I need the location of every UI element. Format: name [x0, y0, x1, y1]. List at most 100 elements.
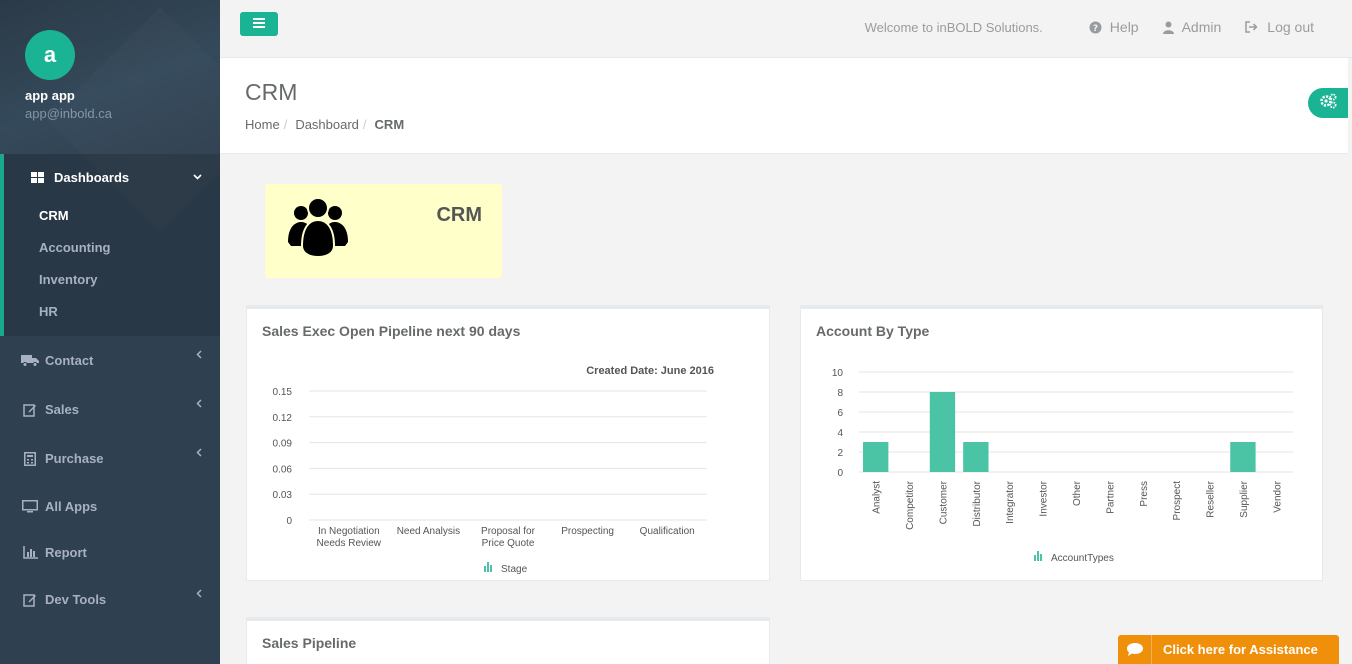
legend-label: AccountTypes [1051, 553, 1114, 564]
admin-link[interactable]: Admin [1162, 19, 1222, 35]
grid-icon [28, 171, 46, 183]
edit-icon [21, 403, 39, 417]
sidebar-item-purchase[interactable]: Purchase [0, 434, 220, 483]
x-tick-label: In Negotiation [318, 526, 380, 537]
chevron-left-icon [196, 587, 202, 601]
account-type-chart: 0 2 4 6 8 10 Analyst Competitor Customer Distribu… [832, 368, 1293, 564]
x-tick-label: Need Analysis [397, 526, 460, 537]
users-icon [287, 196, 349, 263]
bar-chart-icon [1034, 551, 1042, 561]
x-tick-label: Competitor [905, 480, 916, 530]
sidebar-subitem-inventory[interactable]: Inventory [4, 264, 220, 296]
panel-sales-pipeline: Sales Pipeline [246, 617, 770, 664]
scrollbar[interactable] [1348, 58, 1352, 664]
y-tick-label: 8 [837, 388, 843, 399]
chevron-down-icon [193, 171, 202, 183]
y-tick-label: 0.03 [273, 490, 293, 501]
welcome-message: Welcome to inBOLD Solutions. [864, 19, 1043, 35]
desktop-icon [21, 499, 39, 513]
breadcrumb-dashboard[interactable]: Dashboard [295, 117, 359, 132]
y-tick-label: 0.12 [273, 413, 293, 424]
chart-subtitle: Created Date: June 2016 [586, 365, 714, 377]
avatar[interactable]: a [25, 30, 75, 80]
logout-label: Log out [1267, 19, 1314, 35]
help-link[interactable]: ? Help [1089, 19, 1139, 35]
chevron-left-icon [196, 348, 202, 362]
breadcrumb-current: CRM [374, 117, 405, 132]
gears-icon [1319, 93, 1337, 114]
chevron-left-icon [196, 446, 202, 460]
x-tick-label: Customer [938, 480, 949, 524]
bar-chart-icon [21, 545, 39, 559]
y-tick-label: 0.15 [273, 387, 293, 398]
profile-email: app@inbold.ca [25, 106, 112, 121]
panel-sales-exec-pipeline: Sales Exec Open Pipeline next 90 days Cr… [246, 305, 770, 581]
y-tick-label: 0.09 [273, 439, 293, 450]
calculator-icon [21, 451, 39, 466]
x-tick-label: Reseller [1206, 480, 1217, 517]
panel-title: Sales Exec Open Pipeline next 90 days [262, 323, 521, 339]
sidebar-subitem-accounting[interactable]: Accounting [4, 232, 220, 264]
sidebar-item-contact[interactable]: Contact [0, 336, 220, 385]
y-tick-label: 6 [837, 408, 843, 419]
assistance-button[interactable]: Click here for Assistance [1118, 635, 1339, 664]
profile-name[interactable]: app app [25, 88, 195, 103]
x-tick-label: Investor [1039, 480, 1050, 516]
sidebar-item-label: Dashboards [54, 169, 130, 185]
sidebar-subitem-hr[interactable]: HR [4, 296, 220, 328]
sidebar-section-dashboards: Dashboards CRM Accounting Inventory HR [0, 154, 220, 336]
assistance-label: Click here for Assistance [1163, 642, 1318, 657]
bar [1230, 442, 1256, 472]
sidebar-item-report[interactable]: Report [0, 529, 220, 575]
bar [963, 442, 989, 472]
x-tick-label: Other [1072, 480, 1083, 506]
menu-toggle-button[interactable] [240, 12, 278, 36]
x-tick-label: Distributor [972, 480, 983, 526]
top-navbar: Welcome to inBOLD Solutions. ? Help Admi… [220, 0, 1352, 58]
x-tick-label: Analyst [872, 481, 883, 514]
x-tick-label: Supplier [1239, 480, 1250, 517]
sidebar-item-dashboards[interactable]: Dashboards [4, 154, 220, 200]
chat-bubble-icon [1118, 635, 1152, 664]
user-icon [1162, 21, 1174, 34]
bar-chart-icon [484, 562, 492, 572]
bar [929, 392, 956, 472]
x-tick-label: Vendor [1272, 480, 1283, 512]
admin-label: Admin [1181, 19, 1222, 35]
x-tick-label: Price Quote [482, 538, 535, 549]
sidebar-item-all-apps[interactable]: All Apps [0, 483, 220, 529]
sidebar-item-label: Purchase [45, 451, 104, 466]
sidebar-item-label: Contact [45, 353, 94, 368]
y-tick-label: 2 [837, 448, 843, 459]
breadcrumb-home[interactable]: Home [245, 117, 280, 132]
panel-title: Sales Pipeline [262, 635, 357, 651]
sidebar-item-dev-tools[interactable]: Dev Tools [0, 575, 220, 624]
page-heading: CRM Home / Dashboard / CRM [220, 58, 1348, 154]
x-tick-label: Needs Review [317, 538, 382, 549]
edit-icon [21, 593, 39, 607]
sign-out-icon [1245, 21, 1258, 33]
x-tick-label: Press [1139, 481, 1150, 507]
y-tick-label: 4 [837, 428, 843, 439]
question-circle-icon: ? [1089, 21, 1102, 34]
sidebar-item-label: Dev Tools [45, 592, 107, 607]
x-tick-label: Partner [1105, 480, 1116, 513]
profile: a app app app@inbold.ca [0, 0, 220, 154]
settings-button[interactable] [1308, 88, 1348, 118]
panel-account-by-type: Account By Type 0 2 4 6 8 10 Analyst Competitor… [800, 305, 1323, 581]
sidebar-item-label: All Apps [45, 498, 98, 514]
y-tick-label: 10 [832, 368, 844, 379]
pipeline-chart: Created Date: June 2016 0 0.03 0.06 0.09 0.12… [273, 365, 714, 575]
y-tick-label: 0 [286, 516, 292, 527]
sidebar-item-sales[interactable]: Sales [0, 385, 220, 434]
panel-title: Account By Type [816, 323, 930, 339]
crm-widget[interactable]: CRM [265, 184, 502, 278]
truck-icon [21, 354, 39, 367]
bar [863, 442, 889, 472]
logout-link[interactable]: Log out [1245, 19, 1314, 35]
crm-widget-label: CRM [436, 204, 482, 226]
y-tick-label: 0 [837, 468, 843, 479]
legend-label: Stage [501, 564, 528, 575]
sidebar-item-label: Report [45, 544, 87, 560]
breadcrumb: Home / Dashboard / CRM [245, 117, 405, 132]
